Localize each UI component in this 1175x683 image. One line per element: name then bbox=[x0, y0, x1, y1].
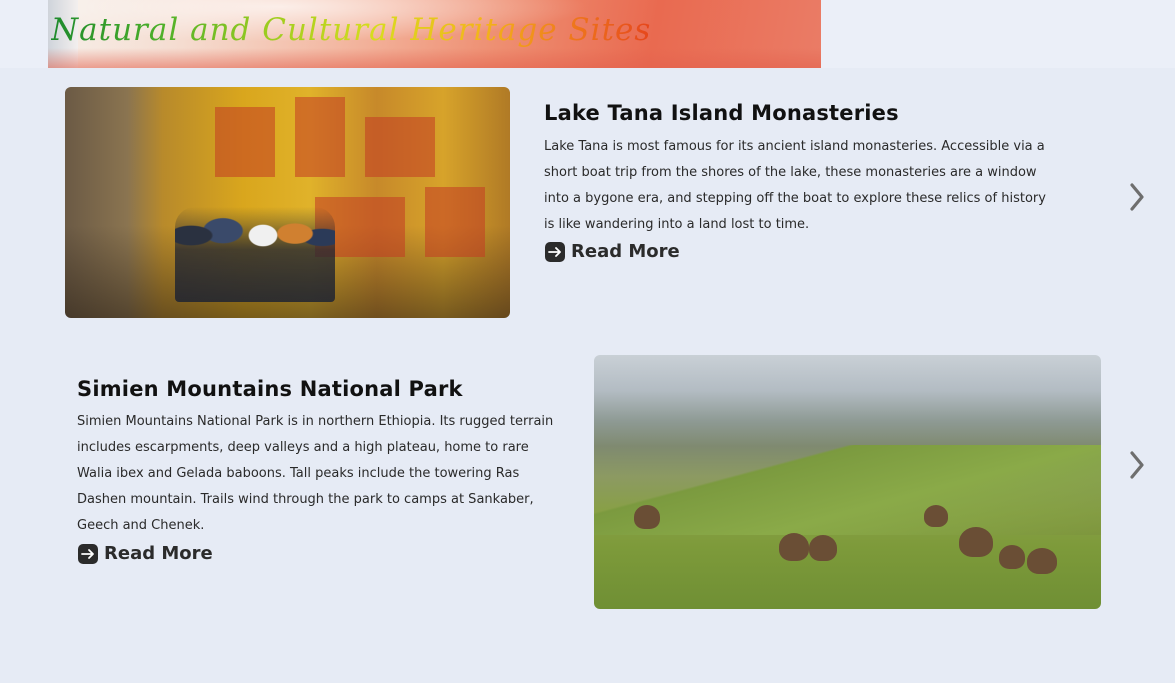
site-description-simien: Simien Mountains National Park is in nor… bbox=[77, 409, 577, 539]
description-line: Geech and Chenek. bbox=[77, 518, 205, 533]
arrow-right-square-icon bbox=[78, 543, 98, 564]
baboon-figure bbox=[1027, 548, 1057, 574]
lake-tana-image bbox=[65, 87, 510, 318]
mountain-ridge bbox=[594, 445, 1101, 535]
visitors-figure bbox=[175, 207, 335, 302]
baboon-figure bbox=[779, 533, 809, 561]
description-line: Walia ibex and Gelada baboons. Tall peak… bbox=[77, 466, 520, 481]
description-line: is like wandering into a land lost to ti… bbox=[544, 217, 810, 232]
page: Natural and Cultural Heritage Sites Lake… bbox=[0, 0, 1175, 683]
baboon-figure bbox=[634, 505, 660, 529]
header: Natural and Cultural Heritage Sites bbox=[0, 0, 1175, 68]
baboon-figure bbox=[999, 545, 1025, 569]
site-title-lake-tana: Lake Tana Island Monasteries bbox=[544, 101, 899, 125]
next-chevron-icon[interactable] bbox=[1125, 448, 1149, 482]
site-title-simien: Simien Mountains National Park bbox=[77, 377, 463, 401]
description-line: includes escarpments, deep valleys and a… bbox=[77, 440, 529, 455]
next-chevron-icon[interactable] bbox=[1125, 180, 1149, 214]
site-description-lake-tana: Lake Tana is most famous for its ancient… bbox=[544, 134, 1064, 238]
baboon-figure bbox=[959, 527, 993, 557]
description-line: Dashen mountain. Trails wind through the… bbox=[77, 492, 534, 507]
arrow-right-square-icon bbox=[545, 241, 565, 262]
baboon-figure bbox=[924, 505, 948, 527]
description-line: Simien Mountains National Park is in nor… bbox=[77, 414, 554, 429]
read-more-link-simien[interactable]: Read More bbox=[78, 543, 213, 564]
page-title: Natural and Cultural Heritage Sites bbox=[51, 8, 651, 52]
read-more-label: Read More bbox=[104, 543, 213, 564]
description-line: short boat trip from the shores of the l… bbox=[544, 165, 1037, 180]
description-line: Lake Tana is most famous for its ancient… bbox=[544, 139, 1045, 154]
simien-mountains-image bbox=[594, 355, 1101, 609]
baboon-figure bbox=[809, 535, 837, 561]
description-line: into a bygone era, and stepping off the … bbox=[544, 191, 1046, 206]
read-more-link-lake-tana[interactable]: Read More bbox=[545, 241, 680, 262]
read-more-label: Read More bbox=[571, 241, 680, 262]
